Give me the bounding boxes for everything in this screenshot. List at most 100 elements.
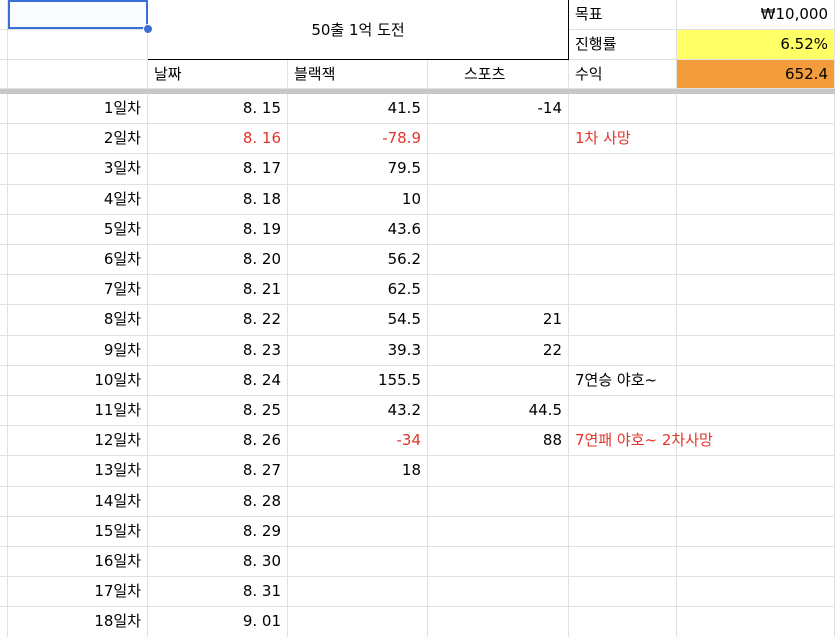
date-cell[interactable]: 8. 15	[148, 94, 288, 125]
note-cell[interactable]	[569, 396, 677, 427]
empty-cell[interactable]	[677, 516, 835, 547]
day-cell[interactable]: 18일차	[8, 607, 148, 637]
day-cell[interactable]: 1일차	[8, 94, 148, 125]
fill-handle[interactable]	[143, 24, 153, 34]
date-cell[interactable]: 8. 16	[148, 124, 288, 155]
header-sports-cell[interactable]: 스포츠	[428, 60, 569, 89]
sports-cell[interactable]: 88	[428, 426, 569, 457]
day-cell[interactable]: 3일차	[8, 154, 148, 185]
blackjack-cell[interactable]: 56.2	[288, 245, 428, 276]
day-cell[interactable]: 8일차	[8, 305, 148, 336]
blackjack-cell[interactable]: 54.5	[288, 305, 428, 336]
date-cell[interactable]: 8. 28	[148, 486, 288, 517]
blackjack-cell[interactable]: 39.3	[288, 335, 428, 366]
sports-cell[interactable]	[428, 154, 569, 185]
note-cell[interactable]	[569, 184, 677, 215]
empty-cell[interactable]	[677, 245, 835, 276]
note-cell[interactable]	[569, 486, 677, 517]
date-cell[interactable]: 8. 19	[148, 214, 288, 245]
goal-value-cell[interactable]: ₩10,000	[677, 0, 835, 30]
progress-label-cell[interactable]: 진행률	[569, 30, 677, 60]
day-cell[interactable]: 13일차	[8, 456, 148, 487]
blackjack-cell[interactable]	[288, 607, 428, 637]
blackjack-cell[interactable]	[288, 516, 428, 547]
blackjack-cell[interactable]: 43.6	[288, 214, 428, 245]
date-cell[interactable]: 8. 17	[148, 154, 288, 185]
day-cell[interactable]: 12일차	[8, 426, 148, 457]
sports-cell[interactable]	[428, 547, 569, 578]
blackjack-cell[interactable]	[288, 486, 428, 517]
blackjack-cell[interactable]: 10	[288, 184, 428, 215]
empty-cell[interactable]	[677, 456, 835, 487]
day-cell[interactable]: 11일차	[8, 396, 148, 427]
day-cell[interactable]: 7일차	[8, 275, 148, 306]
sports-cell[interactable]	[428, 607, 569, 637]
note-cell[interactable]: 7연승 야호~	[569, 365, 677, 396]
date-cell[interactable]: 8. 18	[148, 184, 288, 215]
note-cell[interactable]	[569, 94, 677, 125]
empty-cell[interactable]	[677, 365, 835, 396]
header-date-cell[interactable]: 날짜	[148, 60, 288, 89]
date-cell[interactable]: 8. 21	[148, 275, 288, 306]
day-cell[interactable]: 17일차	[8, 577, 148, 608]
empty-cell[interactable]	[677, 184, 835, 215]
note-cell[interactable]	[569, 577, 677, 608]
day-cell[interactable]: 10일차	[8, 365, 148, 396]
profit-label-cell[interactable]: 수익	[569, 60, 677, 89]
sports-cell[interactable]	[428, 214, 569, 245]
date-cell[interactable]: 8. 27	[148, 456, 288, 487]
sports-cell[interactable]: -14	[428, 94, 569, 125]
blackjack-cell[interactable]	[288, 547, 428, 578]
profit-value-cell[interactable]: 652.4	[677, 60, 835, 89]
day-cell[interactable]: 9일차	[8, 335, 148, 366]
blackjack-cell[interactable]: -34	[288, 426, 428, 457]
day-cell[interactable]: 15일차	[8, 516, 148, 547]
empty-cell[interactable]	[677, 547, 835, 578]
blackjack-cell[interactable]: 41.5	[288, 94, 428, 125]
blackjack-cell[interactable]: 79.5	[288, 154, 428, 185]
empty-cell[interactable]	[677, 214, 835, 245]
empty-cell[interactable]	[677, 305, 835, 336]
empty-cell[interactable]	[677, 486, 835, 517]
empty-cell[interactable]	[677, 94, 835, 125]
date-cell[interactable]: 8. 26	[148, 426, 288, 457]
sports-cell[interactable]	[428, 365, 569, 396]
note-cell[interactable]	[569, 305, 677, 336]
blackjack-cell[interactable]: -78.9	[288, 124, 428, 155]
empty-cell[interactable]	[677, 124, 835, 155]
note-cell[interactable]	[569, 607, 677, 637]
day-cell[interactable]: 6일차	[8, 245, 148, 276]
note-cell[interactable]	[569, 154, 677, 185]
cell-a2[interactable]	[8, 30, 148, 60]
date-cell[interactable]: 8. 23	[148, 335, 288, 366]
sports-cell[interactable]: 44.5	[428, 396, 569, 427]
date-cell[interactable]: 8. 20	[148, 245, 288, 276]
blackjack-cell[interactable]: 18	[288, 456, 428, 487]
empty-cell[interactable]	[677, 275, 835, 306]
empty-cell[interactable]	[677, 577, 835, 608]
day-cell[interactable]: 14일차	[8, 486, 148, 517]
note-cell[interactable]	[569, 547, 677, 578]
blackjack-cell[interactable]	[288, 577, 428, 608]
note-cell[interactable]	[569, 516, 677, 547]
blackjack-cell[interactable]: 43.2	[288, 396, 428, 427]
empty-cell[interactable]	[677, 426, 835, 457]
header-blackjack-cell[interactable]: 블랙잭	[288, 60, 428, 89]
date-cell[interactable]: 8. 29	[148, 516, 288, 547]
spreadsheet-grid[interactable]: 50출 1억 도전 목표 ₩10,000 진행률 6.52% 수익 652.4 …	[0, 0, 835, 637]
blackjack-cell[interactable]: 62.5	[288, 275, 428, 306]
sports-cell[interactable]: 22	[428, 335, 569, 366]
date-cell[interactable]: 8. 25	[148, 396, 288, 427]
note-cell[interactable]	[569, 335, 677, 366]
date-cell[interactable]: 8. 22	[148, 305, 288, 336]
empty-cell[interactable]	[677, 396, 835, 427]
sports-cell[interactable]	[428, 486, 569, 517]
date-cell[interactable]: 9. 01	[148, 607, 288, 637]
day-cell[interactable]: 4일차	[8, 184, 148, 215]
day-cell[interactable]: 2일차	[8, 124, 148, 155]
sports-cell[interactable]	[428, 245, 569, 276]
goal-label-cell[interactable]: 목표	[569, 0, 677, 30]
progress-value-cell[interactable]: 6.52%	[677, 30, 835, 60]
date-cell[interactable]: 8. 30	[148, 547, 288, 578]
day-cell[interactable]: 16일차	[8, 547, 148, 578]
